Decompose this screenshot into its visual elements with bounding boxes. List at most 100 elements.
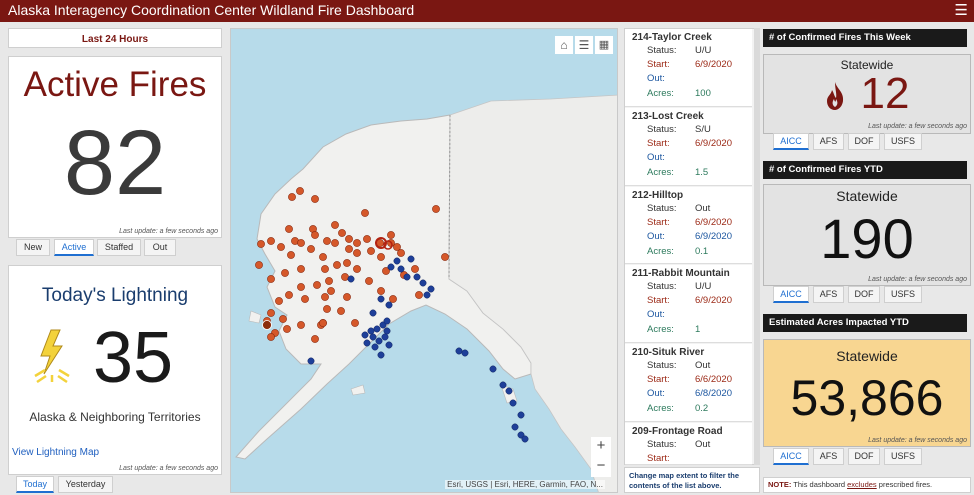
zoom-in-button[interactable]: + — [591, 437, 611, 457]
confirmed-week-header: # of Confirmed Fires This Week — [763, 29, 967, 47]
tab-active[interactable]: Active — [54, 239, 94, 256]
fire-list-item[interactable]: 212-Hilltop Status: Out Start: 6/9/2020 Out: 6… — [625, 187, 752, 264]
out-label: Out: — [647, 388, 665, 399]
acres-ytd-card: Statewide 53,866 Last update: a few seco… — [763, 339, 971, 447]
out-label: Out: — [647, 309, 665, 320]
agency-aicc-week[interactable]: AICC — [773, 133, 809, 150]
acres-value: 100 — [695, 88, 711, 99]
status-label: Status: — [647, 281, 677, 292]
fire-list-item[interactable]: 213-Lost Creek Status: S/U Start: 6/9/2020 Ou… — [625, 108, 752, 186]
status-value: S/U — [695, 124, 711, 135]
island — [350, 384, 366, 396]
fire-name: 210-Situk River — [632, 347, 705, 358]
fire-list-item[interactable]: 209-Frontage RoadStatus:OutStart:Out:Acr… — [625, 423, 752, 465]
island — [248, 310, 262, 324]
start-value: 6/9/2020 — [695, 59, 732, 70]
fire-name: 214-Taylor Creek — [632, 32, 712, 43]
note-label: NOTE: — [768, 480, 792, 489]
app-header: Alaska Interagency Coordination Center W… — [0, 0, 974, 22]
acres-label: Acres: — [647, 324, 674, 335]
agency-usfs-ytd[interactable]: USFS — [884, 286, 922, 303]
last-update: Last update: a few seconds ago — [868, 437, 967, 444]
start-label: Start: — [647, 138, 670, 149]
status-label: Status: — [647, 360, 677, 371]
last-update: Last update: a few seconds ago — [119, 228, 218, 235]
fire-name: 211-Rabbit Mountain — [632, 268, 730, 279]
status-value: U/U — [695, 45, 712, 56]
zoom-out-button[interactable]: − — [591, 457, 611, 477]
basemap-button[interactable]: ▦ — [595, 36, 613, 54]
confirmed-ytd-count: 190 — [820, 207, 914, 270]
view-lightning-map-link[interactable]: View Lightning Map — [12, 447, 99, 458]
out-label: Out: — [647, 231, 665, 242]
acres-value: 0.2 — [695, 403, 709, 414]
map-canvas[interactable] — [231, 29, 618, 493]
list-scrollbar[interactable] — [754, 28, 760, 465]
acres-label: Acres: — [647, 246, 674, 257]
start-label: Start: — [647, 59, 670, 70]
tab-new[interactable]: New — [16, 239, 50, 256]
agency-dof-ytd[interactable]: DOF — [848, 286, 880, 303]
acres-label: Acres: — [647, 88, 674, 99]
agency-afs-ytd[interactable]: AFS — [813, 286, 844, 303]
status-label: Status: — [647, 439, 677, 450]
agency-dof-acres[interactable]: DOF — [848, 448, 880, 465]
acres-label: Acres: — [647, 403, 674, 414]
agency-afs-week[interactable]: AFS — [813, 133, 844, 150]
fire-name: 212-Hilltop — [632, 190, 684, 201]
home-button[interactable]: ⌂ — [555, 36, 573, 54]
agency-afs-acres[interactable]: AFS — [813, 448, 844, 465]
lightning-count: 35 — [93, 318, 174, 398]
status-value: Out — [695, 439, 711, 450]
start-label: Start: — [647, 295, 670, 306]
agency-usfs-acres[interactable]: USFS — [884, 448, 922, 465]
lightning-title: Today's Lightning — [41, 285, 189, 306]
fire-list-item[interactable]: 214-Taylor Creek Status: U/U Start: 6/9/2020… — [625, 29, 752, 107]
agency-aicc-acres[interactable]: AICC — [773, 448, 809, 465]
agency-aicc-ytd[interactable]: AICC — [773, 286, 809, 303]
last-update: Last update: a few seconds ago — [868, 123, 967, 130]
confirmed-week-count: 12 — [860, 69, 910, 118]
out-label: Out: — [647, 73, 665, 84]
status-value: U/U — [695, 281, 712, 292]
last-update: Last update: a few seconds ago — [868, 276, 967, 283]
lightning-subtitle: Alaska & Neighboring Territories — [29, 410, 201, 424]
hamburger-icon[interactable]: ☰ — [955, 1, 968, 19]
canada-landmass — [448, 94, 617, 492]
timeframe-label: Last 24 Hours — [8, 28, 222, 48]
agency-dof-week[interactable]: DOF — [848, 133, 880, 150]
active-fires-title: Active Fires — [23, 65, 207, 104]
acres-value: 1 — [695, 324, 701, 335]
tab-today[interactable]: Today — [16, 476, 54, 493]
region-label: Statewide — [836, 188, 898, 204]
tab-out[interactable]: Out — [144, 239, 176, 256]
status-label: Status: — [647, 203, 677, 214]
tab-yesterday[interactable]: Yesterday — [58, 476, 113, 493]
fire-name: 213-Lost Creek — [632, 111, 704, 122]
start-label: Start: — [647, 217, 670, 228]
start-value: 6/9/2020 — [695, 138, 732, 149]
acres-ytd-header: Estimated Acres Impacted YTD — [763, 314, 967, 332]
acres-ytd-count: 53,866 — [790, 370, 944, 426]
acres-value: 1.5 — [695, 167, 709, 178]
app-title: Alaska Interagency Coordination Center W… — [8, 2, 415, 18]
active-fires-card: Active Fires 82 Last update: a few secon… — [8, 56, 222, 238]
acres-label: Acres: — [647, 167, 674, 178]
acres-value: 0.1 — [695, 246, 709, 257]
fire-map[interactable]: ⌂ ☰ ▦ + − Esri, USGS | Esri, HERE, Garmi… — [230, 28, 618, 493]
list-footer: Change map extent to filter the contents… — [624, 467, 760, 493]
new-fire-marker — [262, 320, 272, 330]
start-value: 6/9/2020 — [695, 217, 732, 228]
status-value: Out — [695, 360, 711, 371]
fire-list-item[interactable]: 210-Situk River Status: Out Start: 6/6/2020 O… — [625, 344, 752, 422]
fire-list-item[interactable]: 211-Rabbit Mountain Status: U/U Start: 6/9/2… — [625, 265, 752, 343]
list-button[interactable]: ☰ — [575, 36, 593, 54]
note-emphasis: excludes — [847, 480, 877, 489]
confirmed-ytd-header: # of Confirmed Fires YTD — [763, 161, 967, 179]
out-value: 6/9/2020 — [695, 231, 732, 242]
lightning-icon — [34, 329, 70, 384]
agency-usfs-week[interactable]: USFS — [884, 133, 922, 150]
fire-name: 209-Frontage Road — [632, 426, 723, 437]
confirmed-week-card: Statewide 12 Last update: a few seconds … — [763, 54, 971, 134]
tab-staffed[interactable]: Staffed — [97, 239, 141, 256]
